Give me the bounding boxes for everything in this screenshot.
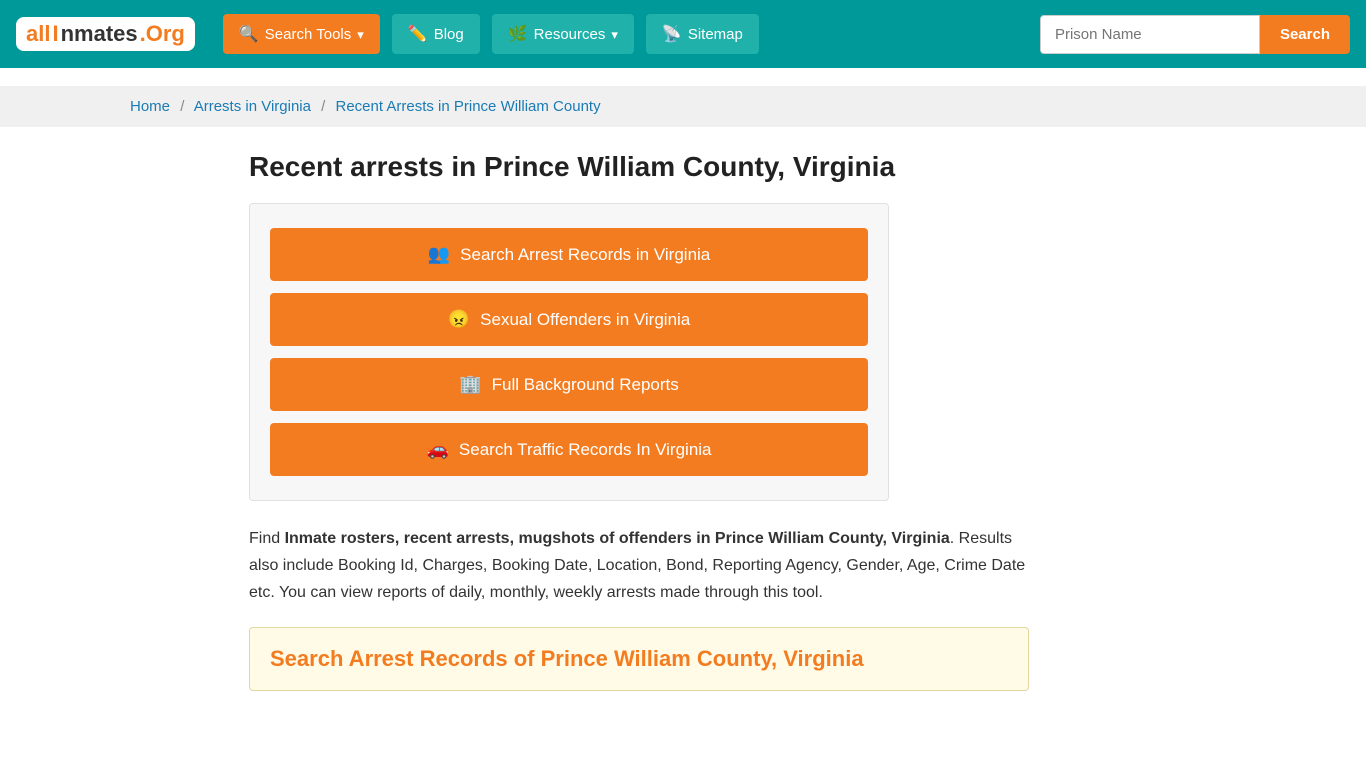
action-card: Search Arrest Records in Virginia Sexual…: [249, 203, 889, 501]
logo-all: all: [26, 21, 50, 47]
search-tools-label: Search Tools: [265, 26, 351, 43]
sitemap-button[interactable]: Sitemap: [646, 14, 759, 54]
prison-search-group: Search: [1040, 15, 1350, 54]
main-content: Recent arrests in Prince William County,…: [233, 127, 1133, 715]
navbar: all I nmates .Org Search Tools Blog Reso…: [0, 0, 1366, 68]
logo-letter-I: I: [52, 21, 58, 47]
sitemap-label: Sitemap: [688, 26, 743, 43]
search-arrests-button[interactable]: Search Arrest Records in Virginia: [270, 228, 868, 281]
prison-name-input[interactable]: [1040, 15, 1260, 54]
traffic-records-button[interactable]: Search Traffic Records In Virginia: [270, 423, 868, 476]
search-tools-button[interactable]: Search Tools: [223, 14, 380, 54]
resources-icon: [508, 24, 528, 44]
chevron-down-icon: [357, 26, 364, 43]
logo-inmates: nmates: [61, 21, 138, 47]
building-icon: [459, 374, 481, 395]
breadcrumb-arrests-virginia[interactable]: Arrests in Virginia: [194, 98, 311, 115]
resources-button[interactable]: Resources: [492, 14, 634, 54]
car-icon: [426, 439, 448, 460]
breadcrumb-sep-2: /: [321, 98, 325, 115]
logo-box: all I nmates .Org: [16, 17, 195, 51]
breadcrumb-sep-1: /: [180, 98, 184, 115]
sexual-offenders-button[interactable]: Sexual Offenders in Virginia: [270, 293, 868, 346]
sitemap-icon: [662, 24, 682, 44]
search-icon: [239, 24, 259, 44]
chevron-resources-icon: [611, 26, 618, 43]
background-reports-label: Full Background Reports: [492, 375, 679, 395]
page-title: Recent arrests in Prince William County,…: [249, 151, 1117, 183]
description-bold: Inmate rosters, recent arrests, mugshots…: [285, 530, 950, 547]
blog-icon: [408, 24, 428, 44]
blog-label: Blog: [434, 26, 464, 43]
resources-label: Resources: [534, 26, 606, 43]
section-title: Search Arrest Records of Prince William …: [270, 646, 1008, 672]
breadcrumb: Home / Arrests in Virginia / Recent Arre…: [0, 86, 1366, 127]
logo[interactable]: all I nmates .Org: [16, 17, 195, 51]
breadcrumb-recent-arrests[interactable]: Recent Arrests in Prince William County: [336, 98, 601, 115]
logo-org: .Org: [140, 21, 185, 47]
traffic-records-label: Search Traffic Records In Virginia: [459, 440, 712, 460]
prison-search-label: Search: [1280, 26, 1330, 43]
blog-button[interactable]: Blog: [392, 14, 480, 54]
search-arrests-label: Search Arrest Records in Virginia: [460, 245, 710, 265]
background-reports-button[interactable]: Full Background Reports: [270, 358, 868, 411]
description-prefix: Find: [249, 530, 285, 547]
users-icon: [428, 244, 450, 265]
breadcrumb-home[interactable]: Home: [130, 98, 170, 115]
section-title-box: Search Arrest Records of Prince William …: [249, 627, 1029, 691]
prison-search-button[interactable]: Search: [1260, 15, 1350, 54]
white-bar: [0, 68, 1366, 86]
sexual-offenders-label: Sexual Offenders in Virginia: [480, 310, 690, 330]
offender-icon: [448, 309, 470, 330]
description-text: Find Inmate rosters, recent arrests, mug…: [249, 525, 1029, 607]
